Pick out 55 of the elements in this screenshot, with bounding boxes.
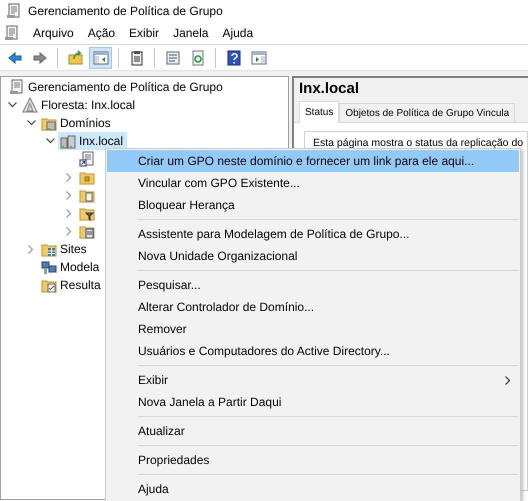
menu-item[interactable]: Ação: [80, 22, 122, 44]
menu-item[interactable]: Alterar Controlador de Domínio...: [107, 296, 519, 318]
computers-icon: [41, 259, 57, 275]
back-arrow-icon: [6, 50, 22, 66]
menu-item[interactable]: Bloquear Herança: [107, 194, 519, 216]
description-text: Esta página mostra o status da replicação do: [313, 137, 524, 149]
scroll-icon: [6, 3, 22, 19]
menu-item[interactable]: Ajuda: [107, 478, 519, 500]
chevron-right-icon[interactable]: [66, 226, 72, 236]
tree-item[interactable]: Resulta: [60, 276, 101, 294]
menu-item[interactable]: Remover: [107, 318, 519, 340]
menu-item[interactable]: Nova Unidade Organizacional: [107, 245, 519, 267]
menu-item[interactable]: Criar um GPO neste domínio e fornecer um link para ele aqui...: [107, 150, 519, 172]
menu-item[interactable]: Pesquisar...: [107, 274, 519, 296]
chevron-down-icon[interactable]: [46, 138, 54, 144]
panel-title: Inx.local: [298, 79, 360, 99]
menu-item[interactable]: Vincular com GPO Existente...: [107, 172, 519, 194]
tree-item[interactable]: Floresta: Inx.local: [41, 96, 136, 114]
folder-up-icon: [68, 50, 84, 66]
tree-item[interactable]: Modela: [60, 258, 100, 276]
toolbar-button[interactable]: [89, 46, 112, 68]
menu-item[interactable]: Assistente para Modelagem de Política de Grupo...: [107, 223, 519, 245]
menu-item[interactable]: Usuários e Computadores do Active Directory...: [107, 340, 519, 362]
console-pane-icon: [92, 50, 108, 66]
menu-item[interactable]: Ajuda: [215, 22, 260, 44]
forward-arrow-icon: [32, 50, 48, 66]
chevron-down-icon[interactable]: [26, 120, 36, 126]
tree-item[interactable]: Domínios: [60, 114, 111, 132]
menu-item[interactable]: Exibir: [107, 369, 519, 391]
help-icon: [226, 50, 242, 66]
menu-item[interactable]: Propriedades: [107, 449, 519, 471]
tab[interactable]: Status: [299, 101, 340, 123]
servers-icon: [60, 133, 76, 149]
triangle-icon: [22, 97, 38, 113]
tree-item[interactable]: Gerenciamento de Política de Grupo: [28, 78, 223, 96]
chevron-right-icon[interactable]: [66, 208, 72, 218]
scroll-icon: [9, 79, 25, 95]
tab[interactable]: Objetos de Política de Grupo Vincula: [339, 103, 516, 122]
menu-item[interactable]: Janela: [166, 22, 216, 44]
document-shortcut-icon: [79, 151, 95, 167]
tree-item[interactable]: Sites: [60, 240, 87, 258]
chevron-right-icon[interactable]: [28, 244, 34, 254]
menu-item[interactable]: Exibir: [122, 22, 166, 44]
window-title: Gerenciamento de Política de Grupo: [28, 3, 223, 20]
chevron-down-icon[interactable]: [8, 102, 16, 108]
menu-item[interactable]: Atualizar: [107, 420, 519, 442]
properties-icon: [164, 50, 180, 66]
clipboard-icon: [128, 50, 144, 66]
menu-item[interactable]: Nova Janela a Partir Daqui: [107, 391, 519, 413]
scroll-icon: [4, 25, 20, 41]
chevron-right-icon[interactable]: [66, 172, 72, 182]
refresh-icon: [190, 50, 206, 66]
action-pane-icon: [250, 50, 266, 66]
chevron-right-icon[interactable]: [66, 190, 72, 200]
menu-item[interactable]: Arquivo: [26, 22, 81, 44]
